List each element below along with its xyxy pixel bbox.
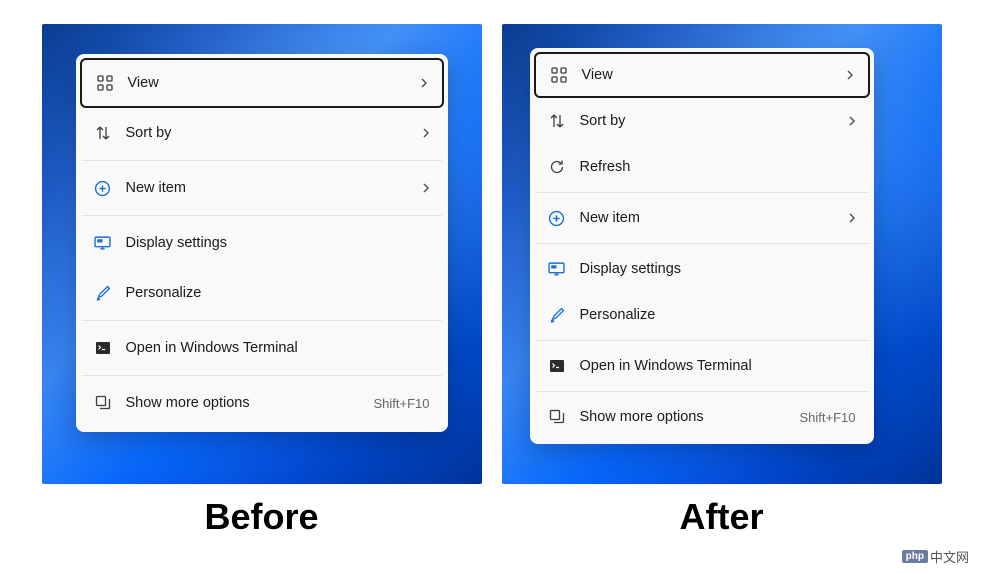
chevron-right-icon xyxy=(420,77,428,89)
menu-item-view[interactable]: View xyxy=(80,58,444,108)
menu-separator xyxy=(536,243,868,244)
menu-item-label: View xyxy=(582,67,846,83)
desktop-background: View Sort by New item Display settings Perso… xyxy=(42,24,482,484)
before-panel: View Sort by New item Display settings Perso… xyxy=(42,24,482,538)
more-options-icon xyxy=(548,408,566,426)
chevron-right-icon xyxy=(422,127,430,139)
after-caption: After xyxy=(679,496,763,538)
brush-icon xyxy=(94,284,112,302)
menu-item-display-settings[interactable]: Display settings xyxy=(534,246,870,292)
menu-item-sort-by[interactable]: Sort by xyxy=(534,98,870,144)
menu-separator xyxy=(82,320,442,321)
more-options-icon xyxy=(94,394,112,412)
menu-item-label: Personalize xyxy=(126,285,430,301)
sort-icon xyxy=(94,124,112,142)
watermark: php 中文网 xyxy=(896,545,975,568)
menu-item-open-in-windows-terminal[interactable]: Open in Windows Terminal xyxy=(534,343,870,389)
plus-circle-icon xyxy=(94,179,112,197)
after-panel: View Sort by Refresh New item Display settin… xyxy=(502,24,942,538)
context-menu-after: View Sort by Refresh New item Display settin… xyxy=(530,48,874,444)
menu-item-shortcut: Shift+F10 xyxy=(799,410,855,425)
menu-item-label: Open in Windows Terminal xyxy=(580,358,856,374)
menu-item-label: New item xyxy=(126,180,422,196)
refresh-icon xyxy=(548,158,566,176)
display-icon xyxy=(548,260,566,278)
terminal-icon xyxy=(548,357,566,375)
menu-item-label: Sort by xyxy=(126,125,422,141)
grid-icon xyxy=(96,74,114,92)
menu-item-refresh[interactable]: Refresh xyxy=(534,144,870,190)
menu-separator xyxy=(536,391,868,392)
menu-item-label: Display settings xyxy=(580,261,856,277)
menu-item-label: Show more options xyxy=(126,395,366,411)
menu-item-label: Personalize xyxy=(580,307,856,323)
context-menu-before: View Sort by New item Display settings Perso… xyxy=(76,54,448,432)
menu-item-view[interactable]: View xyxy=(534,52,870,98)
menu-item-open-in-windows-terminal[interactable]: Open in Windows Terminal xyxy=(80,323,444,373)
menu-separator xyxy=(536,192,868,193)
menu-separator xyxy=(536,340,868,341)
chevron-right-icon xyxy=(846,69,854,81)
before-caption: Before xyxy=(204,496,318,538)
menu-separator xyxy=(82,215,442,216)
menu-item-new-item[interactable]: New item xyxy=(534,195,870,241)
watermark-text: 中文网 xyxy=(930,547,969,566)
menu-item-show-more-options[interactable]: Show more options Shift+F10 xyxy=(80,378,444,428)
chevron-right-icon xyxy=(848,212,856,224)
chevron-right-icon xyxy=(848,115,856,127)
menu-item-new-item[interactable]: New item xyxy=(80,163,444,213)
chevron-right-icon xyxy=(422,182,430,194)
menu-item-show-more-options[interactable]: Show more options Shift+F10 xyxy=(534,394,870,440)
menu-item-display-settings[interactable]: Display settings xyxy=(80,218,444,268)
plus-circle-icon xyxy=(548,209,566,227)
brush-icon xyxy=(548,306,566,324)
menu-item-label: Refresh xyxy=(580,159,856,175)
menu-item-sort-by[interactable]: Sort by xyxy=(80,108,444,158)
display-icon xyxy=(94,234,112,252)
menu-separator xyxy=(82,160,442,161)
menu-item-personalize[interactable]: Personalize xyxy=(80,268,444,318)
menu-item-label: Open in Windows Terminal xyxy=(126,340,430,356)
desktop-background: View Sort by Refresh New item Display settin… xyxy=(502,24,942,484)
menu-item-personalize[interactable]: Personalize xyxy=(534,292,870,338)
menu-item-label: Sort by xyxy=(580,113,848,129)
menu-separator xyxy=(82,375,442,376)
menu-item-label: Display settings xyxy=(126,235,430,251)
sort-icon xyxy=(548,112,566,130)
menu-item-label: View xyxy=(128,75,420,91)
menu-item-label: Show more options xyxy=(580,409,792,425)
terminal-icon xyxy=(94,339,112,357)
watermark-badge: php xyxy=(902,550,928,563)
grid-icon xyxy=(550,66,568,84)
menu-item-shortcut: Shift+F10 xyxy=(373,396,429,411)
menu-item-label: New item xyxy=(580,210,848,226)
